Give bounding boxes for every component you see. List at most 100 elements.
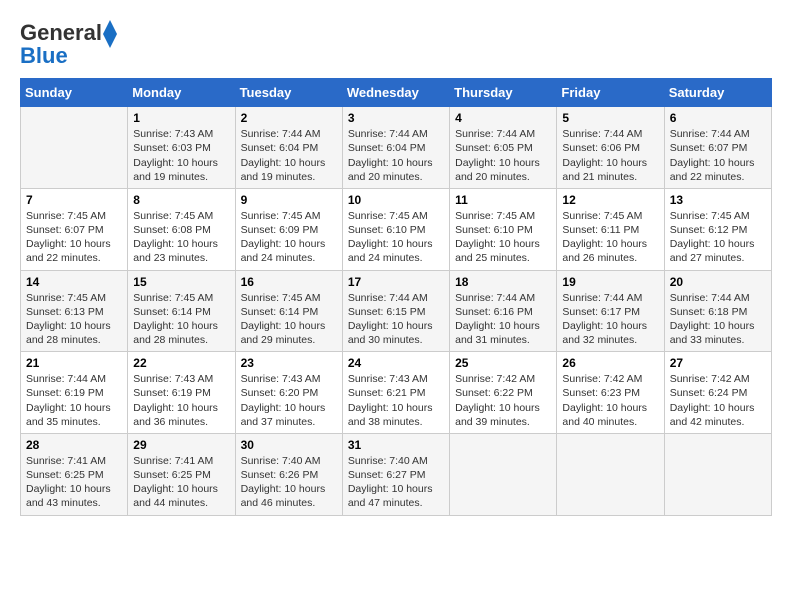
- day-cell: 10 Sunrise: 7:45 AMSunset: 6:10 PMDayligh…: [342, 188, 449, 270]
- day-cell: 19 Sunrise: 7:44 AMSunset: 6:17 PMDayligh…: [557, 270, 664, 352]
- day-info: Sunrise: 7:44 AMSunset: 6:15 PMDaylight:…: [348, 291, 444, 348]
- day-info: Sunrise: 7:43 AMSunset: 6:20 PMDaylight:…: [241, 372, 337, 429]
- week-row-2: 7 Sunrise: 7:45 AMSunset: 6:07 PMDaylight…: [21, 188, 772, 270]
- day-cell: 2 Sunrise: 7:44 AMSunset: 6:04 PMDaylight…: [235, 107, 342, 189]
- day-cell: 12 Sunrise: 7:45 AMSunset: 6:11 PMDayligh…: [557, 188, 664, 270]
- day-number: 19: [562, 275, 658, 289]
- week-row-3: 14 Sunrise: 7:45 AMSunset: 6:13 PMDayligh…: [21, 270, 772, 352]
- day-number: 6: [670, 111, 766, 125]
- day-info: Sunrise: 7:44 AMSunset: 6:04 PMDaylight:…: [241, 127, 337, 184]
- day-number: 16: [241, 275, 337, 289]
- day-number: 20: [670, 275, 766, 289]
- day-cell: 31 Sunrise: 7:40 AMSunset: 6:27 PMDayligh…: [342, 433, 449, 515]
- week-row-1: 1 Sunrise: 7:43 AMSunset: 6:03 PMDaylight…: [21, 107, 772, 189]
- logo-general: General: [20, 20, 102, 45]
- day-cell: 28Sunrise: 7:41 AMSunset: 6:25 PMDayligh…: [21, 433, 128, 515]
- day-cell: 8 Sunrise: 7:45 AMSunset: 6:08 PMDaylight…: [128, 188, 235, 270]
- day-info: Sunrise: 7:42 AMSunset: 6:22 PMDaylight:…: [455, 372, 551, 429]
- day-info: Sunrise: 7:40 AMSunset: 6:26 PMDaylight:…: [241, 454, 337, 511]
- day-info: Sunrise: 7:45 AMSunset: 6:12 PMDaylight:…: [670, 209, 766, 266]
- day-number: 30: [241, 438, 337, 452]
- day-info: Sunrise: 7:45 AMSunset: 6:10 PMDaylight:…: [348, 209, 444, 266]
- day-cell: 29Sunrise: 7:41 AMSunset: 6:25 PMDayligh…: [128, 433, 235, 515]
- day-info: Sunrise: 7:44 AMSunset: 6:04 PMDaylight:…: [348, 127, 444, 184]
- day-info: Sunrise: 7:44 AMSunset: 6:18 PMDaylight:…: [670, 291, 766, 348]
- logo: General Blue: [20, 20, 110, 68]
- day-number: 13: [670, 193, 766, 207]
- day-cell: 23 Sunrise: 7:43 AMSunset: 6:20 PMDayligh…: [235, 352, 342, 434]
- day-cell: [557, 433, 664, 515]
- day-cell: 17 Sunrise: 7:44 AMSunset: 6:15 PMDayligh…: [342, 270, 449, 352]
- day-cell: 16 Sunrise: 7:45 AMSunset: 6:14 PMDayligh…: [235, 270, 342, 352]
- day-number: 31: [348, 438, 444, 452]
- day-info: Sunrise: 7:41 AMSunset: 6:25 PMDaylight:…: [26, 454, 122, 511]
- day-info: Sunrise: 7:45 AMSunset: 6:14 PMDaylight:…: [133, 291, 229, 348]
- day-info: Sunrise: 7:42 AMSunset: 6:23 PMDaylight:…: [562, 372, 658, 429]
- day-info: Sunrise: 7:45 AMSunset: 6:14 PMDaylight:…: [241, 291, 337, 348]
- header-saturday: Saturday: [664, 79, 771, 107]
- header-friday: Friday: [557, 79, 664, 107]
- day-number: 14: [26, 275, 122, 289]
- day-number: 15: [133, 275, 229, 289]
- day-number: 21: [26, 356, 122, 370]
- day-cell: 15 Sunrise: 7:45 AMSunset: 6:14 PMDayligh…: [128, 270, 235, 352]
- header-sunday: Sunday: [21, 79, 128, 107]
- day-number: 4: [455, 111, 551, 125]
- day-info: Sunrise: 7:40 AMSunset: 6:27 PMDaylight:…: [348, 454, 444, 511]
- logo-blue: Blue: [20, 43, 68, 68]
- day-info: Sunrise: 7:44 AMSunset: 6:17 PMDaylight:…: [562, 291, 658, 348]
- day-cell: 24 Sunrise: 7:43 AMSunset: 6:21 PMDayligh…: [342, 352, 449, 434]
- week-row-5: 28Sunrise: 7:41 AMSunset: 6:25 PMDayligh…: [21, 433, 772, 515]
- day-cell: 14 Sunrise: 7:45 AMSunset: 6:13 PMDayligh…: [21, 270, 128, 352]
- day-info: Sunrise: 7:43 AMSunset: 6:03 PMDaylight:…: [133, 127, 229, 184]
- day-cell: 18Sunrise: 7:44 AMSunset: 6:16 PMDayligh…: [450, 270, 557, 352]
- day-number: 26: [562, 356, 658, 370]
- day-number: 9: [241, 193, 337, 207]
- day-cell: 3 Sunrise: 7:44 AMSunset: 6:04 PMDaylight…: [342, 107, 449, 189]
- day-number: 11: [455, 193, 551, 207]
- day-number: 3: [348, 111, 444, 125]
- day-number: 1: [133, 111, 229, 125]
- day-info: Sunrise: 7:42 AMSunset: 6:24 PMDaylight:…: [670, 372, 766, 429]
- day-cell: 5Sunrise: 7:44 AMSunset: 6:06 PMDaylight…: [557, 107, 664, 189]
- day-cell: 25Sunrise: 7:42 AMSunset: 6:22 PMDayligh…: [450, 352, 557, 434]
- page-header: General Blue: [20, 20, 772, 68]
- day-cell: [450, 433, 557, 515]
- day-cell: 4 Sunrise: 7:44 AMSunset: 6:05 PMDaylight…: [450, 107, 557, 189]
- day-number: 22: [133, 356, 229, 370]
- header-tuesday: Tuesday: [235, 79, 342, 107]
- day-number: 8: [133, 193, 229, 207]
- day-cell: 30 Sunrise: 7:40 AMSunset: 6:26 PMDayligh…: [235, 433, 342, 515]
- day-cell: 9 Sunrise: 7:45 AMSunset: 6:09 PMDaylight…: [235, 188, 342, 270]
- day-number: 23: [241, 356, 337, 370]
- day-info: Sunrise: 7:43 AMSunset: 6:19 PMDaylight:…: [133, 372, 229, 429]
- week-row-4: 21Sunrise: 7:44 AMSunset: 6:19 PMDayligh…: [21, 352, 772, 434]
- day-cell: 7 Sunrise: 7:45 AMSunset: 6:07 PMDaylight…: [21, 188, 128, 270]
- day-number: 10: [348, 193, 444, 207]
- day-number: 7: [26, 193, 122, 207]
- day-cell: 20 Sunrise: 7:44 AMSunset: 6:18 PMDayligh…: [664, 270, 771, 352]
- day-info: Sunrise: 7:45 AMSunset: 6:09 PMDaylight:…: [241, 209, 337, 266]
- day-number: 17: [348, 275, 444, 289]
- day-number: 2: [241, 111, 337, 125]
- day-cell: 11 Sunrise: 7:45 AMSunset: 6:10 PMDayligh…: [450, 188, 557, 270]
- day-info: Sunrise: 7:45 AMSunset: 6:13 PMDaylight:…: [26, 291, 122, 348]
- day-info: Sunrise: 7:44 AMSunset: 6:05 PMDaylight:…: [455, 127, 551, 184]
- day-cell: 26 Sunrise: 7:42 AMSunset: 6:23 PMDayligh…: [557, 352, 664, 434]
- day-cell: 6Sunrise: 7:44 AMSunset: 6:07 PMDaylight…: [664, 107, 771, 189]
- day-number: 12: [562, 193, 658, 207]
- day-info: Sunrise: 7:45 AMSunset: 6:07 PMDaylight:…: [26, 209, 122, 266]
- header-wednesday: Wednesday: [342, 79, 449, 107]
- day-info: Sunrise: 7:44 AMSunset: 6:06 PMDaylight:…: [562, 127, 658, 184]
- day-info: Sunrise: 7:43 AMSunset: 6:21 PMDaylight:…: [348, 372, 444, 429]
- day-info: Sunrise: 7:45 AMSunset: 6:10 PMDaylight:…: [455, 209, 551, 266]
- day-cell: 13 Sunrise: 7:45 AMSunset: 6:12 PMDayligh…: [664, 188, 771, 270]
- day-cell: [21, 107, 128, 189]
- day-info: Sunrise: 7:45 AMSunset: 6:08 PMDaylight:…: [133, 209, 229, 266]
- day-number: 24: [348, 356, 444, 370]
- day-cell: 1 Sunrise: 7:43 AMSunset: 6:03 PMDaylight…: [128, 107, 235, 189]
- day-number: 27: [670, 356, 766, 370]
- calendar-header-row: SundayMondayTuesdayWednesdayThursdayFrid…: [21, 79, 772, 107]
- day-cell: 27 Sunrise: 7:42 AMSunset: 6:24 PMDayligh…: [664, 352, 771, 434]
- day-info: Sunrise: 7:45 AMSunset: 6:11 PMDaylight:…: [562, 209, 658, 266]
